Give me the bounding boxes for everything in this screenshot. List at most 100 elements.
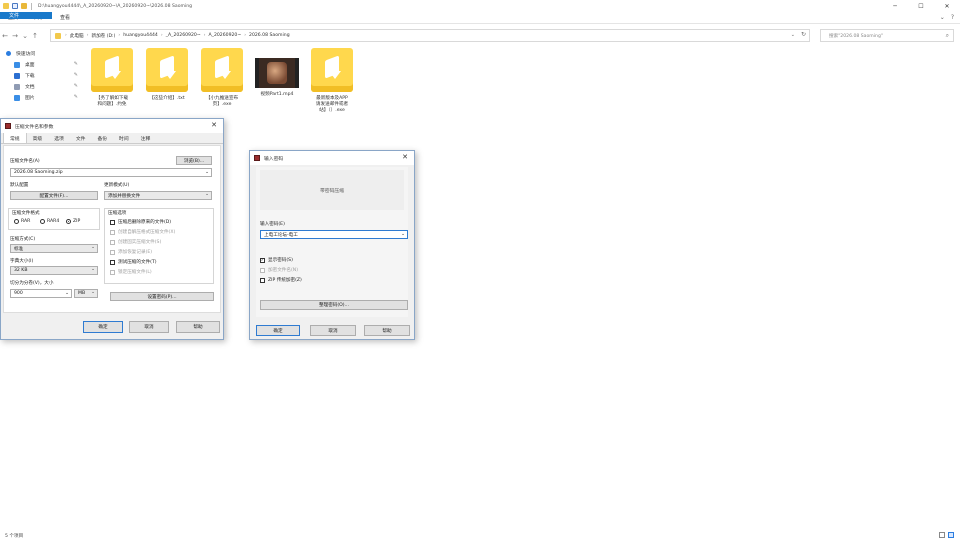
show-password-checkbox[interactable]: ✓ 显示密码(S)	[260, 257, 293, 263]
file-name: 最新版本及APP 请发送邮件或者 站】（）.exe	[315, 96, 349, 113]
dialog-tabs: 常规 高级 选项 文件 备份 时间 注释	[1, 132, 223, 144]
breadcrumb-this-pc[interactable]: 此电脑	[70, 33, 84, 39]
radio-label: RAR	[21, 219, 31, 224]
folder-icon	[55, 32, 61, 39]
password-input[interactable]: 上电工论坛-电工 ⌄	[260, 230, 408, 239]
chevron-down-icon[interactable]: ⌄	[205, 170, 209, 175]
file-item[interactable]: 【小九推送宣布 页】.exe	[196, 48, 248, 108]
file-item[interactable]: 最新版本及APP 请发送邮件或者 站】（）.exe	[306, 48, 358, 114]
radio-rar[interactable]: RAR	[14, 219, 30, 224]
radio-indicator	[40, 219, 45, 224]
nav-item-label: 文档	[25, 85, 35, 90]
close-icon[interactable]: ✕	[934, 0, 960, 12]
back-icon[interactable]: ←	[0, 32, 10, 40]
new-folder-icon[interactable]	[21, 3, 27, 9]
tab-view[interactable]: 查看	[52, 12, 78, 23]
folder-icon	[3, 3, 9, 9]
status-bar: 5 个项目	[0, 530, 960, 542]
cancel-button[interactable]: 取消	[310, 325, 356, 336]
chevron-down-icon: ⌄	[91, 290, 95, 295]
archive-name-label: 压缩文件名(A)	[10, 159, 40, 164]
nav-item-quick-access[interactable]: 快速访问	[0, 48, 88, 59]
breadcrumb-folder-b[interactable]: A_20260920~	[209, 33, 242, 38]
checkbox-indicator	[260, 267, 265, 273]
test-archive-checkbox[interactable]: 测试压缩的文件(T)	[110, 259, 157, 265]
chevron-down-icon[interactable]: ⌄	[791, 32, 795, 38]
help-button[interactable]: 帮助	[176, 321, 220, 333]
maximize-icon[interactable]: ☐	[908, 0, 934, 12]
minimize-icon[interactable]: ─	[882, 0, 908, 12]
archive-name-input[interactable]: 2026.08 Saoming.zip ⌄	[10, 168, 212, 177]
file-item[interactable]: 【这些介绍】.txt	[141, 48, 193, 102]
dictionary-select[interactable]: 32 KB ⌄	[10, 266, 98, 275]
file-name: 【务了解如下载 和问题】.约免	[95, 96, 129, 107]
ok-button[interactable]: 确定	[83, 321, 123, 333]
close-icon[interactable]: ✕	[211, 121, 217, 129]
file-item[interactable]: 视频Part1.mp4	[251, 48, 303, 98]
ok-button[interactable]: 确定	[256, 325, 300, 336]
delete-after-checkbox[interactable]: 压缩后删除原来的文件(D)	[110, 219, 171, 225]
checkbox-label: 锁定压缩文件(L)	[118, 270, 152, 275]
large-icons-view-icon[interactable]	[948, 532, 954, 538]
cancel-button[interactable]: 取消	[129, 321, 169, 333]
address-bar[interactable]: › 此电脑 › 新加卷 (D:) › huangyou4444 › _A_202…	[50, 29, 810, 42]
radio-rar4[interactable]: RAR4	[40, 219, 59, 224]
organize-passwords-button[interactable]: 整理密码(O)...	[260, 300, 408, 310]
nav-item-label: 下载	[25, 74, 35, 79]
tab-advanced[interactable]: 高级	[27, 133, 49, 143]
navigation-pane: 快速访问 桌面 ✎ 下载 ✎ 文档 ✎ 图片 ✎	[0, 48, 88, 128]
archive-file-icon	[91, 48, 133, 92]
chevron-down-icon[interactable]: ⌄	[940, 14, 945, 21]
checkbox-label: 加密文件名(N)	[268, 268, 298, 273]
tab-files[interactable]: 文件	[70, 133, 92, 143]
nav-item-desktop[interactable]: 桌面 ✎	[0, 59, 88, 70]
method-select[interactable]: 标准 ⌄	[10, 244, 98, 253]
winrar-icon	[254, 155, 260, 161]
update-mode-select[interactable]: 添加并替换文件 ⌄	[104, 191, 212, 200]
nav-item-downloads[interactable]: 下载 ✎	[0, 70, 88, 81]
video-file-icon	[255, 58, 299, 88]
breadcrumb-drive[interactable]: 新加卷 (D:)	[91, 33, 115, 39]
file-name: 【这些介绍】.txt	[149, 96, 185, 101]
properties-icon[interactable]	[12, 3, 18, 9]
chevron-down-icon[interactable]: ⌄	[65, 291, 69, 296]
search-icon: ⌕	[945, 32, 949, 39]
split-unit-select[interactable]: MB ⌄	[74, 289, 98, 298]
split-volume-label: 切分为分卷(V)，大小	[10, 281, 54, 286]
tab-backup[interactable]: 备份	[91, 133, 113, 143]
close-icon[interactable]: ✕	[402, 153, 408, 161]
help-icon[interactable]: ?	[951, 14, 954, 21]
file-item[interactable]: 【务了解如下载 和问题】.约免	[86, 48, 138, 108]
details-view-icon[interactable]	[939, 532, 945, 538]
radio-zip[interactable]: ZIP	[66, 219, 80, 224]
tab-general[interactable]: 常规	[3, 132, 27, 143]
up-icon[interactable]: ↑	[30, 32, 40, 40]
tab-file[interactable]: 文件	[0, 12, 52, 19]
breadcrumb-user-folder[interactable]: huangyou4444	[123, 33, 158, 38]
lock-archive-checkbox: 锁定压缩文件(L)	[110, 269, 152, 275]
forward-icon[interactable]: →	[10, 32, 20, 40]
help-button[interactable]: 帮助	[364, 325, 410, 336]
download-icon	[14, 72, 20, 79]
checkbox-label: 显示密码(S)	[268, 258, 293, 263]
tab-comment[interactable]: 注释	[135, 133, 157, 143]
tab-time[interactable]: 时间	[113, 133, 135, 143]
nav-item-documents[interactable]: 文档 ✎	[0, 81, 88, 92]
zip-legacy-encryption-checkbox[interactable]: ZIP 传统加密(Z)	[260, 277, 302, 283]
dictionary-value: 32 KB	[14, 268, 28, 273]
password-value: 上电工论坛-电工	[264, 232, 298, 238]
refresh-icon[interactable]: ↻	[801, 31, 806, 38]
breadcrumb-folder-a[interactable]: _A_20260920~	[166, 33, 201, 38]
split-volume-value: 900	[14, 291, 23, 296]
chevron-down-icon[interactable]: ⌄	[401, 232, 405, 237]
browse-button[interactable]: 浏览(B)...	[176, 156, 212, 165]
set-password-button[interactable]: 设置密码(P)...	[110, 292, 214, 301]
tab-options[interactable]: 选项	[48, 133, 70, 143]
split-volume-input[interactable]: 900 ⌄	[10, 289, 72, 298]
recent-locations-icon[interactable]: ⌄	[20, 32, 30, 40]
profile-button[interactable]: 配置文件(F)...	[10, 191, 98, 200]
search-input[interactable]: 搜索"2026.08 Saoming" ⌕	[820, 29, 954, 42]
pin-icon: ✎	[73, 83, 78, 89]
nav-item-pictures[interactable]: 图片 ✎	[0, 92, 88, 103]
breadcrumb-current[interactable]: 2026.08 Saoming	[249, 33, 290, 38]
